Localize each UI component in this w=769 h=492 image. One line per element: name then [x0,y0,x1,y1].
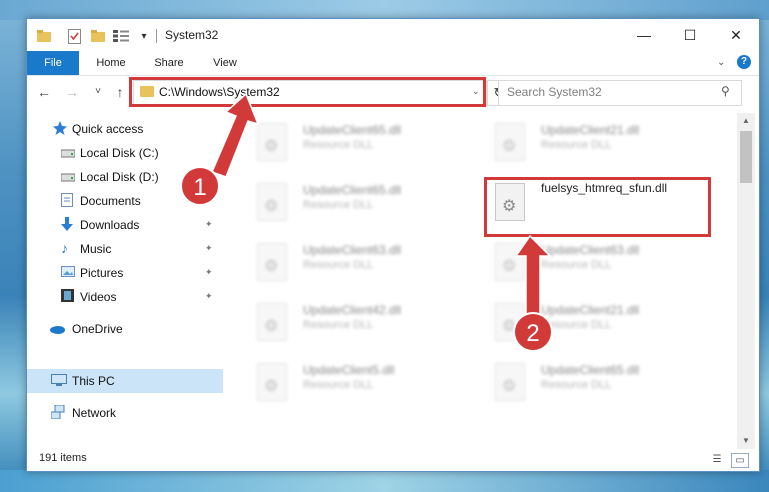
annotation-arrows [210,92,552,321]
callout-step-1: 1 [180,166,220,206]
callout-step-2: 2 [513,312,553,352]
